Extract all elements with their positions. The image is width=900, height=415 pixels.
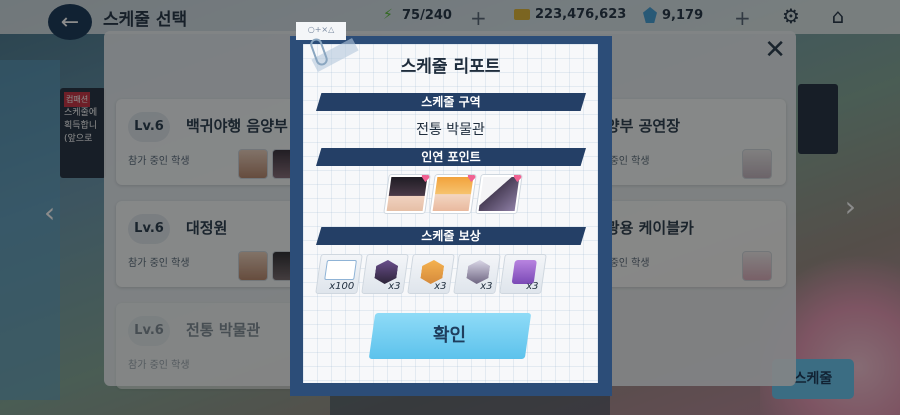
reward-item[interactable]: x3 (361, 254, 409, 294)
activity-report-icon (324, 260, 357, 280)
reward-count: x100 (329, 281, 355, 292)
reward-item[interactable]: x3 (453, 254, 501, 294)
student-portrait: ♥ (475, 174, 523, 214)
reward-count: x3 (387, 281, 401, 292)
reward-count: x3 (525, 281, 539, 292)
bond-portraits: ♥ ♥ ♥ (383, 174, 523, 214)
heart-icon: ♥ (465, 174, 477, 185)
confirm-button[interactable]: 확인 (368, 313, 532, 359)
reward-list: x100 x3 x3 x3 x3 (315, 254, 547, 294)
location-value: 전통 박물관 (416, 122, 485, 138)
student-portrait: ♥ (383, 174, 431, 214)
confirm-label: 확인 (433, 325, 467, 346)
section-reward-header: 스케줄 보상 (316, 227, 586, 245)
heart-icon: ♥ (511, 174, 523, 185)
tab-decoration: ○+×△ (296, 22, 346, 40)
reward-count: x3 (433, 281, 447, 292)
section-location-header: 스케줄 구역 (316, 93, 586, 111)
student-portrait: ♥ (429, 174, 477, 214)
reward-item[interactable]: x3 (499, 254, 547, 294)
reward-item[interactable]: x3 (407, 254, 455, 294)
reward-item[interactable]: x100 (315, 254, 363, 294)
report-title: 스케줄 리포트 (400, 57, 501, 77)
heart-icon: ♥ (419, 174, 431, 185)
reward-count: x3 (479, 281, 493, 292)
section-bond-header: 인연 포인트 (316, 148, 586, 166)
